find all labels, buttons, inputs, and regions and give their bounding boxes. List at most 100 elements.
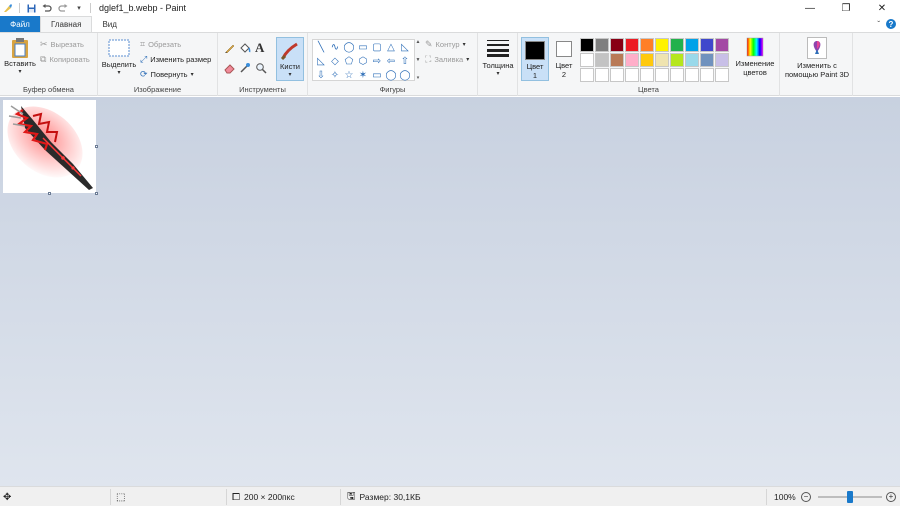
shape-item[interactable]: ▭ — [356, 41, 370, 55]
tab-view[interactable]: Вид — [92, 16, 126, 32]
close-button[interactable]: ✕ — [864, 0, 900, 16]
rotate-button[interactable]: ⟳ Повернуть ▾ — [140, 69, 194, 80]
paint3d-button[interactable]: Изменить с помощью Paint 3D — [782, 37, 852, 79]
color-swatch[interactable] — [580, 68, 594, 82]
size-button[interactable]: Толщина ▾ — [480, 39, 516, 79]
shape-item[interactable]: ☆ — [342, 69, 356, 83]
shape-item[interactable]: ✧ — [328, 69, 342, 83]
help-icon[interactable]: ? — [886, 19, 896, 29]
fill-bucket-icon[interactable] — [239, 42, 251, 54]
shape-item[interactable]: ▢ — [370, 41, 384, 55]
paste-button[interactable]: Вставить ▾ — [3, 37, 37, 77]
shape-item[interactable]: ∿ — [328, 41, 342, 55]
color-swatch[interactable] — [685, 38, 699, 52]
shape-item[interactable]: △ — [384, 41, 398, 55]
color-swatch[interactable] — [685, 53, 699, 67]
color-swatch[interactable] — [655, 53, 669, 67]
color-swatch[interactable] — [655, 38, 669, 52]
color-swatch[interactable] — [715, 68, 729, 82]
shape-item[interactable]: ⬠ — [342, 55, 356, 69]
resize-handle-corner[interactable] — [95, 192, 98, 195]
color-swatch[interactable] — [640, 53, 654, 67]
color-swatch[interactable] — [580, 53, 594, 67]
color-swatch[interactable] — [700, 68, 714, 82]
color-swatch[interactable] — [625, 68, 639, 82]
pencil-icon[interactable] — [224, 42, 236, 54]
zoom-in-button[interactable]: + — [886, 492, 896, 502]
shape-item[interactable]: ▭ — [370, 69, 384, 83]
color-swatch[interactable] — [595, 68, 609, 82]
cut-button[interactable]: ✂ Вырезать — [40, 39, 84, 50]
color-swatch[interactable] — [640, 38, 654, 52]
tab-home[interactable]: Главная — [40, 16, 93, 32]
file-size-text: Размер: 30,1КБ — [359, 492, 421, 502]
color-swatch[interactable] — [715, 53, 729, 67]
scroll-down-icon[interactable]: ▼ — [416, 57, 421, 63]
resize-handle-right[interactable] — [95, 145, 98, 148]
color-swatch[interactable] — [595, 38, 609, 52]
shape-item[interactable]: ⇩ — [314, 69, 328, 83]
shape-item[interactable]: ◇ — [328, 55, 342, 69]
color-swatch[interactable] — [700, 38, 714, 52]
fill-dropdown-icon: ▾ — [466, 57, 470, 63]
customize-qat-icon[interactable]: ▾ — [74, 3, 84, 13]
scroll-up-icon[interactable]: ▲ — [416, 39, 421, 45]
shapes-scroll[interactable]: ▲ ▼ ▾ — [414, 39, 422, 81]
image-dimensions-text: 200 × 200пкс — [244, 492, 295, 502]
text-icon[interactable]: A — [255, 40, 264, 56]
zoom-out-button[interactable]: − — [801, 492, 811, 502]
color-swatch[interactable] — [670, 68, 684, 82]
expand-gallery-icon[interactable]: ▾ — [417, 75, 420, 81]
collapse-ribbon-icon[interactable]: ˇ — [877, 20, 880, 29]
maximize-button[interactable]: ❐ — [828, 0, 864, 16]
color-swatch[interactable] — [685, 68, 699, 82]
shape-item[interactable]: ◯ — [342, 41, 356, 55]
copy-button[interactable]: ⧉ Копировать — [40, 54, 90, 65]
brushes-button[interactable]: Кисти ▾ — [276, 37, 304, 81]
color-swatch[interactable] — [625, 38, 639, 52]
fill-button[interactable]: ⛶ Заливка ▾ — [425, 54, 469, 65]
color-swatch[interactable] — [610, 38, 624, 52]
shape-item[interactable]: ◯ — [398, 69, 412, 83]
save-icon[interactable] — [26, 3, 36, 13]
color-swatch[interactable] — [700, 53, 714, 67]
shape-item[interactable]: ⬡ — [356, 55, 370, 69]
color-palette — [580, 38, 729, 82]
copy-label: Копировать — [49, 55, 90, 64]
magnifier-icon[interactable] — [255, 62, 267, 74]
shape-item[interactable]: ⇦ — [384, 55, 398, 69]
color-swatch[interactable] — [640, 68, 654, 82]
color-swatch[interactable] — [670, 38, 684, 52]
color1-button[interactable]: Цвет 1 — [521, 37, 549, 81]
eraser-icon[interactable] — [224, 62, 236, 74]
shape-item[interactable]: ⇧ — [398, 55, 412, 69]
redo-icon[interactable] — [58, 3, 68, 13]
color-swatch[interactable] — [610, 68, 624, 82]
color-picker-icon[interactable] — [239, 62, 251, 74]
undo-icon[interactable] — [42, 3, 52, 13]
shape-item[interactable]: ◯ — [384, 69, 398, 83]
color-swatch[interactable] — [625, 53, 639, 67]
color2-button[interactable]: Цвет 2 — [552, 37, 576, 79]
minimize-button[interactable]: — — [792, 0, 828, 16]
color-swatch[interactable] — [580, 38, 594, 52]
color-swatch[interactable] — [715, 38, 729, 52]
shape-item[interactable]: ╲ — [314, 41, 328, 55]
color-swatch[interactable] — [610, 53, 624, 67]
outline-button[interactable]: ✎ Контур ▾ — [425, 39, 466, 50]
color-swatch[interactable] — [670, 53, 684, 67]
image-canvas[interactable] — [3, 100, 96, 193]
color-swatch[interactable] — [595, 53, 609, 67]
shape-item[interactable]: ⇨ — [370, 55, 384, 69]
select-button[interactable]: Выделить ▾ — [101, 39, 137, 78]
resize-handle-bottom[interactable] — [48, 192, 51, 195]
crop-button[interactable]: ⌗ Обрезать — [140, 39, 181, 50]
shape-item[interactable]: ✶ — [356, 69, 370, 83]
zoom-slider-thumb[interactable] — [847, 491, 853, 503]
resize-button[interactable]: ⤢ Изменить размер — [140, 54, 211, 65]
edit-colors-button[interactable]: Изменение цветов — [733, 37, 777, 77]
tab-file[interactable]: Файл — [0, 16, 40, 32]
shape-item[interactable]: ◺ — [398, 41, 412, 55]
shape-item[interactable]: ◺ — [314, 55, 328, 69]
color-swatch[interactable] — [655, 68, 669, 82]
